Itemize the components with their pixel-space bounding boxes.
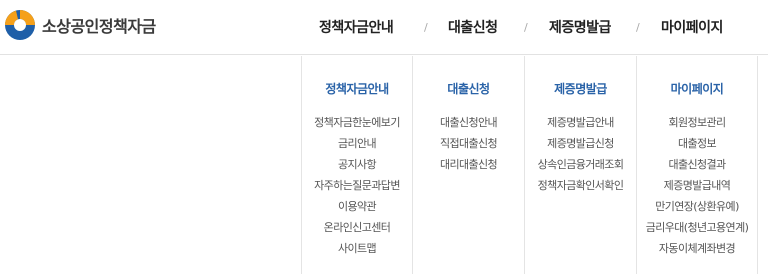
menu-column-mypage: 마이페이지 회원정보관리 대출정보 대출신청결과 제증명발급내역 만기연장(상환… [636,56,758,274]
menu-link[interactable]: 온라인신고센터 [302,217,412,238]
nav-item-loan-application[interactable]: 대출신청 [448,17,498,37]
menu-link[interactable]: 대출정보 [637,133,757,154]
menu-link[interactable]: 공지사항 [302,154,412,175]
menu-link-list: 회원정보관리 대출정보 대출신청결과 제증명발급내역 만기연장(상환유예) 금리… [637,112,757,259]
menu-link[interactable]: 대출신청안내 [413,112,524,133]
brand-logo-icon [5,10,35,40]
menu-link[interactable]: 만기연장(상환유예) [637,196,757,217]
menu-link[interactable]: 자동이체계좌변경 [637,238,757,259]
menu-column-policy-fund: 정책자금안내 정책자금한눈에보기 금리안내 공지사항 자주하는질문과답변 이용약… [301,56,412,274]
menu-link-list: 제증명발급안내 제증명발급신청 상속인금융거래조회 정책자금확인서확인 [525,112,636,196]
site-logo[interactable]: 소상공인정책자금 [3,8,156,42]
menu-link[interactable]: 대출신청결과 [637,154,757,175]
menu-column-certificates: 제증명발급 제증명발급안내 제증명발급신청 상속인금융거래조회 정책자금확인서확… [524,56,636,274]
main-navigation: 정책자금안내 / 대출신청 / 제증명발급 / 마이페이지 [300,0,768,55]
menu-link[interactable]: 대리대출신청 [413,154,524,175]
brand-name: 소상공인정책자금 [42,17,156,36]
menu-link[interactable]: 사이트맵 [302,238,412,259]
menu-link[interactable]: 제증명발급안내 [525,112,636,133]
menu-column-title[interactable]: 대출신청 [413,80,524,97]
menu-column-title[interactable]: 정책자금안내 [302,80,412,97]
menu-link[interactable]: 정책자금한눈에보기 [302,112,412,133]
menu-link[interactable]: 제증명발급내역 [637,175,757,196]
nav-item-mypage[interactable]: 마이페이지 [661,17,723,37]
menu-column-title[interactable]: 마이페이지 [637,80,757,97]
menu-link[interactable]: 정책자금확인서확인 [525,175,636,196]
menu-link[interactable]: 제증명발급신청 [525,133,636,154]
menu-link[interactable]: 상속인금융거래조회 [525,154,636,175]
menu-link[interactable]: 이용약관 [302,196,412,217]
menu-link[interactable]: 직접대출신청 [413,133,524,154]
nav-separator: / [424,21,428,34]
site-header: 소상공인정책자금 정책자금안내 / 대출신청 / 제증명발급 / 마이페이지 [0,0,768,55]
menu-link[interactable]: 회원정보관리 [637,112,757,133]
menu-link[interactable]: 금리우대(청년고용연계) [637,217,757,238]
nav-separator: / [524,21,528,34]
mega-menu: 정책자금안내 정책자금한눈에보기 금리안내 공지사항 자주하는질문과답변 이용약… [0,56,768,274]
menu-column-title[interactable]: 제증명발급 [525,80,636,97]
menu-link-list: 정책자금한눈에보기 금리안내 공지사항 자주하는질문과답변 이용약관 온라인신고… [302,112,412,259]
menu-column-loan-application: 대출신청 대출신청안내 직접대출신청 대리대출신청 [412,56,524,274]
menu-link[interactable]: 자주하는질문과답변 [302,175,412,196]
nav-item-certificates[interactable]: 제증명발급 [549,17,611,37]
nav-separator: / [636,21,640,34]
menu-link-list: 대출신청안내 직접대출신청 대리대출신청 [413,112,524,175]
menu-link[interactable]: 금리안내 [302,133,412,154]
nav-item-policy-fund[interactable]: 정책자금안내 [319,17,394,37]
